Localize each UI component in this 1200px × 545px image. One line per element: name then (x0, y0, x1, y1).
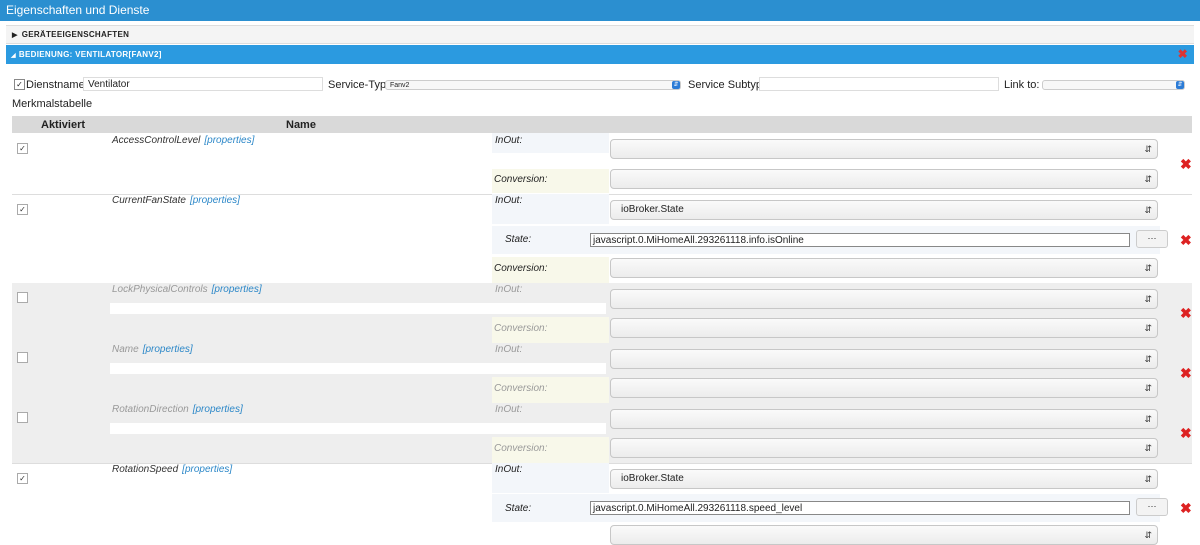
conversion-label: Conversion: (494, 174, 548, 185)
section-device-properties-label: GERÄTEEIGENSCHAFTEN (21, 30, 130, 39)
link-to-select[interactable]: ⇵ (1042, 80, 1185, 90)
window-title: Eigenschaften und Dienste (0, 0, 1200, 21)
inout-label: InOut: (495, 404, 523, 415)
characteristic-name: LockPhysicalControls [properties] (112, 284, 262, 295)
properties-link[interactable]: [properties] (193, 404, 243, 415)
service-type-select[interactable]: Fanv2 ⇵ (385, 80, 681, 90)
select-arrows-icon: ⇵ (1144, 205, 1152, 215)
delete-characteristic-icon[interactable]: ✖ (1180, 500, 1192, 517)
inout-select[interactable]: ioBroker.State ⇵ (610, 469, 1158, 489)
table-row: ✓ AccessControlLevel [properties] InOut: … (12, 133, 1192, 195)
service-type-value: Fanv2 (390, 82, 410, 89)
browse-button[interactable]: ··· (1136, 230, 1168, 248)
conversion-select[interactable]: ⇵ (610, 318, 1158, 338)
col-name: Name (286, 119, 316, 131)
service-name-label: Dienstname: (26, 79, 88, 91)
delete-characteristic-icon[interactable]: ✖ (1180, 232, 1192, 249)
service-name-input[interactable]: Ventilator (83, 77, 323, 91)
expand-triangle-icon: ▶ (12, 32, 18, 39)
table-row: ✓ CurrentFanState [properties] InOut: ioB… (12, 194, 1192, 284)
delete-characteristic-icon[interactable]: ✖ (1180, 305, 1192, 322)
conversion-select[interactable]: ⇵ (610, 169, 1158, 189)
inout-label: InOut: (495, 195, 523, 206)
select-arrows-icon: ⇵ (1144, 354, 1152, 364)
characteristic-name: CurrentFanState [properties] (112, 195, 240, 206)
select-arrows-icon: ⇵ (1144, 474, 1152, 484)
properties-link[interactable]: [properties] (204, 135, 254, 146)
conversion-label: Conversion: (494, 323, 548, 334)
delete-service-icon[interactable]: ✖ (1178, 45, 1188, 64)
table-row: LockPhysicalControls [properties] InOut: … (12, 283, 1192, 344)
characteristic-name: Name [properties] (112, 344, 193, 355)
section-service[interactable]: ◢ BEDIENUNG: VENTILATOR[FANV2] ✖ (6, 45, 1194, 64)
conversion-select[interactable]: ⇵ (610, 378, 1158, 398)
properties-link[interactable]: [properties] (190, 195, 240, 206)
select-arrows-icon: ⇵ (1144, 144, 1152, 154)
select-arrows-icon: ⇵ (1144, 174, 1152, 184)
inout-label: InOut: (495, 464, 523, 475)
properties-link[interactable]: [properties] (143, 344, 193, 355)
select-arrows-icon: ⇵ (1144, 263, 1152, 273)
service-subtype-input[interactable] (759, 77, 999, 91)
inout-label: InOut: (495, 135, 523, 146)
row-spacer (110, 423, 606, 434)
service-subtype-label: Service Subtyp: (688, 79, 766, 91)
inout-select[interactable]: ⇵ (610, 289, 1158, 309)
inout-select[interactable]: ⇵ (610, 349, 1158, 369)
conversion-select[interactable]: ⇵ (610, 258, 1158, 278)
state-label: State: (505, 503, 532, 514)
select-arrows-icon: ⇵ (1144, 383, 1152, 393)
conversion-select[interactable]: ⇵ (610, 438, 1158, 458)
link-to-label: Link to: (1004, 79, 1040, 91)
delete-characteristic-icon[interactable]: ✖ (1180, 365, 1192, 382)
properties-link[interactable]: [properties] (182, 464, 232, 475)
select-arrows-icon: ⇵ (1144, 414, 1152, 424)
row-spacer (110, 363, 606, 374)
delete-characteristic-icon[interactable]: ✖ (1180, 425, 1192, 442)
state-input[interactable]: javascript.0.MiHomeAll.293261118.info.is… (590, 233, 1130, 247)
row-enabled-checkbox[interactable] (17, 292, 28, 303)
row-enabled-checkbox[interactable] (17, 412, 28, 423)
select-arrows-icon: ⇵ (1144, 443, 1152, 453)
conversion-label: Conversion: (494, 443, 548, 454)
characteristic-name: AccessControlLevel [properties] (112, 135, 255, 146)
collapse-triangle-icon: ◢ (11, 53, 16, 59)
inout-label: InOut: (495, 344, 523, 355)
select-arrows-icon: ⇵ (1176, 81, 1184, 89)
conversion-label: Conversion: (494, 263, 548, 274)
characteristics-table-title: Merkmalstabelle (12, 98, 93, 110)
select-arrows-icon: ⇵ (1144, 323, 1152, 333)
characteristic-name: RotationDirection [properties] (112, 404, 243, 415)
row-enabled-checkbox[interactable] (17, 352, 28, 363)
browse-button[interactable]: ··· (1136, 498, 1168, 516)
table-header: Aktiviert Name (12, 116, 1192, 133)
row-enabled-checkbox[interactable]: ✓ (17, 473, 28, 484)
inout-select[interactable]: ioBroker.State ⇵ (610, 200, 1158, 220)
service-type-label: Service-Typ: (328, 79, 390, 91)
state-label: State: (505, 234, 532, 245)
state-input[interactable]: javascript.0.MiHomeAll.293261118.speed_l… (590, 501, 1130, 515)
row-spacer (110, 303, 606, 314)
delete-characteristic-icon[interactable]: ✖ (1180, 156, 1192, 173)
table-row: RotationDirection [properties] InOut: ⇵ C… (12, 403, 1192, 464)
table-row: Name [properties] InOut: ⇵ Conversion: ⇵ … (12, 343, 1192, 404)
inout-label: InOut: (495, 284, 523, 295)
service-enabled-checkbox[interactable]: ✓ (14, 79, 25, 90)
inout-select[interactable]: ⇵ (610, 139, 1158, 159)
table-row: ✓ RotationSpeed [properties] InOut: ioBro… (12, 463, 1192, 545)
select-arrows-icon: ⇵ (672, 81, 680, 89)
conversion-label: Conversion: (494, 383, 548, 394)
properties-link[interactable]: [properties] (212, 284, 262, 295)
col-activated: Aktiviert (41, 119, 86, 131)
inout-select[interactable]: ⇵ (610, 409, 1158, 429)
characteristic-name: RotationSpeed [properties] (112, 464, 233, 475)
select-arrows-icon: ⇵ (1144, 294, 1152, 304)
row-enabled-checkbox[interactable]: ✓ (17, 204, 28, 215)
section-service-label: BEDIENUNG: VENTILATOR[FANV2] (18, 50, 162, 59)
conversion-select[interactable]: ⇵ (610, 525, 1158, 545)
service-row: ✓ Dienstname: Ventilator Service-Typ: Fa… (0, 77, 1200, 93)
section-device-properties[interactable]: ▶ GERÄTEEIGENSCHAFTEN (6, 25, 1194, 44)
row-enabled-checkbox[interactable]: ✓ (17, 143, 28, 154)
